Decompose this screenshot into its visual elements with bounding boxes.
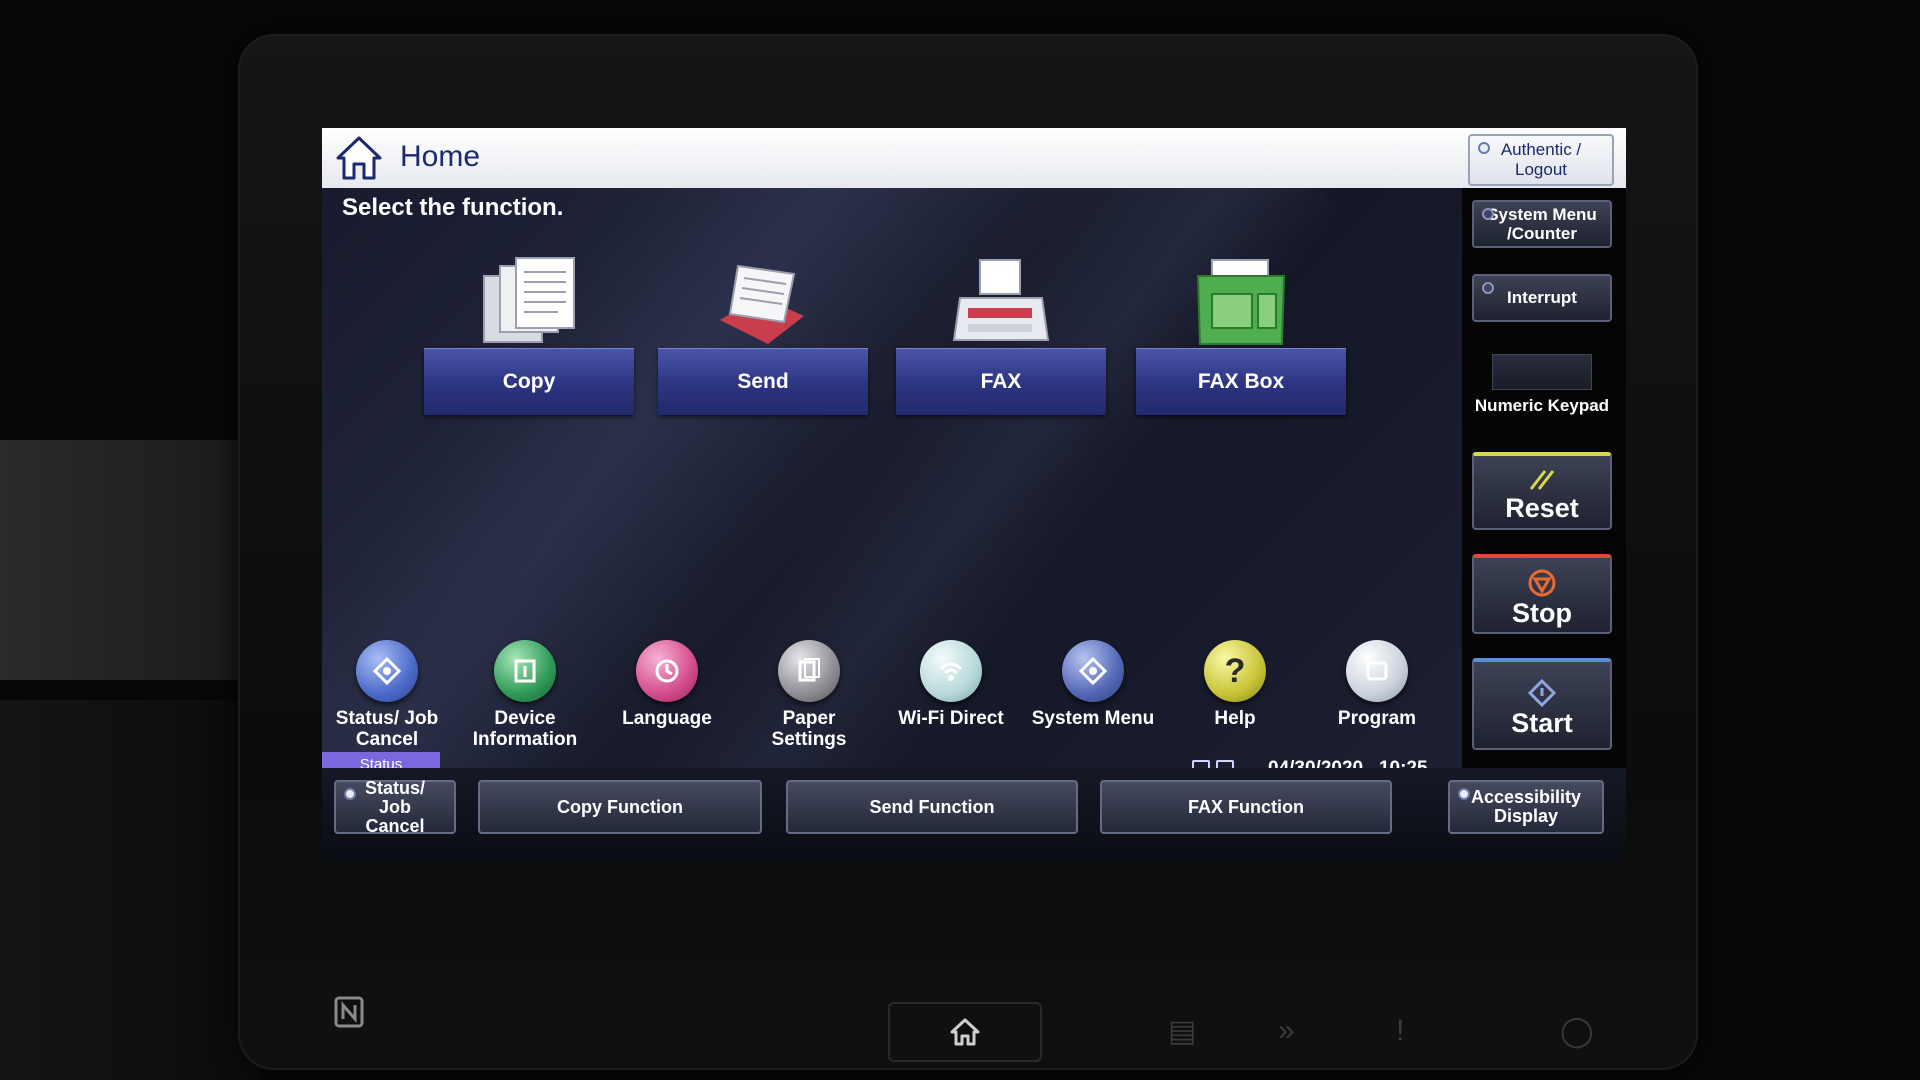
accessibility-display-button[interactable]: Accessibility Display [1448, 780, 1604, 834]
document-box-icon[interactable]: ▤ [1168, 1014, 1196, 1049]
status-job-cancel-button[interactable]: Status/ Job Cancel [334, 778, 456, 835]
copy-button-label: Copy [424, 348, 634, 415]
language-icon [636, 640, 698, 702]
system-menu-icon [1062, 640, 1124, 702]
shortcut-status-job-cancel[interactable]: Status/ Job Cancel [322, 640, 452, 750]
copy-icon [483, 257, 575, 343]
copy-function-button[interactable]: Copy Function [478, 780, 762, 834]
numeric-keypad-label: Numeric Keypad [1474, 396, 1610, 415]
start-icon [1527, 678, 1557, 707]
status-icon [356, 640, 418, 702]
authentication-logout-button[interactable]: Authentic / Logout [1468, 134, 1614, 186]
shortcut-program[interactable]: Program [1312, 640, 1442, 729]
send-icon [720, 264, 804, 344]
shortcut-help[interactable]: ? Help [1170, 640, 1300, 729]
numeric-keypad-button[interactable] [1492, 354, 1592, 390]
wifi-icon [920, 640, 982, 702]
shortcut-wifi-direct[interactable]: Wi-Fi Direct [886, 640, 1016, 729]
shortcut-device-information[interactable]: Device Information [460, 640, 590, 750]
system-menu-counter-button[interactable]: System Menu /Counter [1472, 200, 1612, 248]
function-send[interactable]: Send [658, 254, 868, 424]
function-fax[interactable]: FAX [896, 254, 1106, 424]
power-icon[interactable]: ◯ [1560, 1014, 1594, 1049]
background-shelf [0, 440, 260, 680]
start-button[interactable]: Start [1472, 658, 1612, 750]
device-info-icon [494, 640, 556, 702]
nfc-icon [334, 996, 364, 1028]
interrupt-button[interactable]: Interrupt [1472, 274, 1612, 322]
reset-icon [1529, 469, 1555, 490]
background-shadow [0, 700, 260, 1080]
shortcut-paper-settings[interactable]: Paper Settings [744, 640, 874, 750]
indicator-light [1478, 142, 1490, 154]
program-icon [1346, 640, 1408, 702]
indicator-light [1482, 208, 1494, 220]
home-icon [950, 1018, 980, 1046]
page-title: Home [400, 140, 481, 173]
paper-icon [778, 640, 840, 702]
indicator-light [1458, 788, 1470, 800]
help-icon: ? [1204, 640, 1266, 702]
alert-icon: ! [1396, 1014, 1405, 1047]
stop-icon [1528, 569, 1556, 596]
question-mark-glyph: ? [1224, 651, 1246, 690]
indicator-light [344, 788, 356, 800]
fax-box-button-label: FAX Box [1136, 348, 1346, 415]
hardware-home-button[interactable] [888, 1002, 1042, 1062]
header-bar: Home Authentic / Logout [322, 128, 1626, 188]
reset-button[interactable]: Reset [1472, 452, 1612, 530]
function-fax-box[interactable]: FAX Box [1136, 254, 1346, 424]
touch-screen: Home Authentic / Logout Select the funct… [322, 128, 1626, 862]
stop-button[interactable]: Stop [1472, 554, 1612, 634]
home-icon[interactable] [334, 134, 384, 182]
send-function-button[interactable]: Send Function [786, 780, 1078, 834]
fax-button-label: FAX [896, 348, 1106, 415]
forward-icon[interactable]: » [1278, 1014, 1295, 1048]
shortcut-system-menu[interactable]: System Menu [1028, 640, 1158, 729]
fax-box-icon [1196, 259, 1286, 345]
function-copy[interactable]: Copy [424, 254, 634, 424]
fax-function-button[interactable]: FAX Function [1100, 780, 1392, 834]
indicator-light [1482, 282, 1494, 294]
select-function-prompt: Select the function. [342, 194, 564, 221]
send-button-label: Send [658, 348, 868, 415]
fax-icon [952, 259, 1050, 341]
shortcut-language[interactable]: Language [602, 640, 732, 729]
main-panel: Select the function. Copy Send FAX FAX B… [322, 188, 1462, 768]
